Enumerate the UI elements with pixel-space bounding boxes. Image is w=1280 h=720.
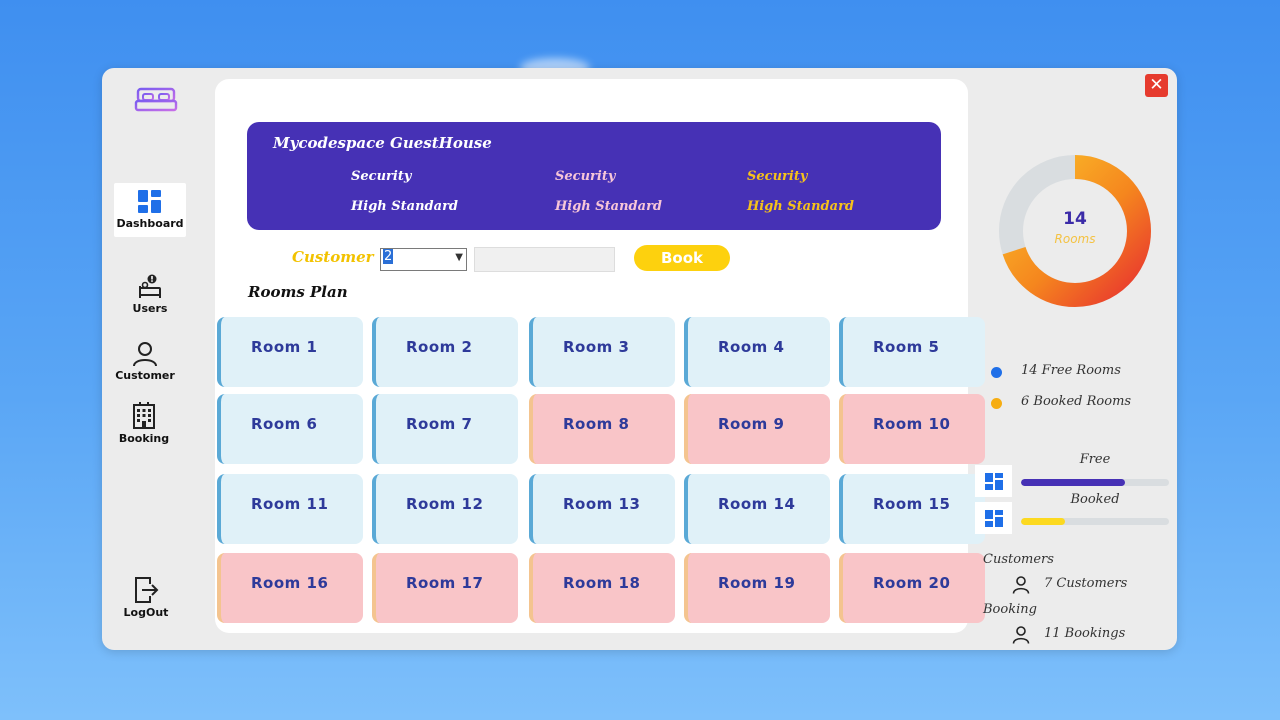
sidebar-item-dashboard[interactable]: Dashboard xyxy=(114,183,186,237)
legend-dot-free xyxy=(991,367,1002,378)
sidebar-item-label: Booking xyxy=(118,432,170,445)
room-card[interactable]: Room 18 xyxy=(529,553,675,623)
person-icon xyxy=(1012,626,1030,644)
legend-dot-booked xyxy=(991,398,1002,409)
customers-count: 7 Customers xyxy=(1044,576,1128,591)
person-icon xyxy=(1012,576,1030,594)
banner-tag-3a: Security xyxy=(747,169,808,184)
chevron-down-icon: ▼ xyxy=(455,252,463,263)
booked-bar-label: Booked xyxy=(1070,492,1120,507)
booking-heading: Booking xyxy=(983,602,1037,617)
room-card[interactable]: Room 9 xyxy=(684,394,830,464)
sidebar-item-users[interactable]: Users xyxy=(114,274,186,315)
book-button[interactable]: Book xyxy=(634,245,730,271)
legend-text: 6 Booked Rooms xyxy=(1021,394,1132,409)
booked-bar xyxy=(1021,518,1169,525)
logout-icon xyxy=(135,577,159,603)
free-bar-label: Free xyxy=(1079,452,1111,467)
rooms-grid: Room 1 Room 2 Room 3 Room 4 Room 5 Room 6 Room… xyxy=(217,317,985,627)
bookings-count: 11 Bookings xyxy=(1044,626,1126,641)
customer-select[interactable]: 2 ▼ xyxy=(380,248,467,271)
sidebar-item-customer[interactable]: Customer xyxy=(109,341,181,382)
banner-title: Mycodespace GuestHouse xyxy=(273,134,492,152)
room-card[interactable]: Room 20 xyxy=(839,553,985,623)
customer-name-input[interactable] xyxy=(474,247,615,272)
room-card[interactable]: Room 1 xyxy=(217,317,363,387)
donut-center-number: 14 xyxy=(1063,209,1087,229)
room-card[interactable]: Room 17 xyxy=(372,553,518,623)
room-card[interactable]: Room 7 xyxy=(372,394,518,464)
close-button[interactable]: ✕ xyxy=(1145,74,1168,97)
sidebar-item-logout[interactable]: LogOut xyxy=(110,576,182,619)
main-panel: Mycodespace GuestHouse Security High Sta… xyxy=(215,79,985,633)
rooms-donut-chart xyxy=(999,155,1151,307)
room-card[interactable]: Room 3 xyxy=(529,317,675,387)
guesthouse-banner: Mycodespace GuestHouse Security High Sta… xyxy=(247,122,941,230)
customer-icon xyxy=(133,342,157,367)
rooms-plan-title: Rooms Plan xyxy=(248,283,348,301)
room-card[interactable]: Room 2 xyxy=(372,317,518,387)
booked-stat-icon xyxy=(975,502,1012,534)
dashboard-icon xyxy=(138,190,161,213)
room-card[interactable]: Room 13 xyxy=(529,474,675,544)
room-card[interactable]: Room 4 xyxy=(684,317,830,387)
sidebar-item-booking[interactable]: Booking xyxy=(108,402,180,445)
bed-icon xyxy=(134,87,178,116)
banner-tag-1a: Security xyxy=(351,169,412,184)
room-card[interactable]: Room 11 xyxy=(217,474,363,544)
banner-tag-3b: High Standard xyxy=(747,199,855,214)
room-card[interactable]: Room 12 xyxy=(372,474,518,544)
free-stat-icon xyxy=(975,465,1012,497)
room-card[interactable]: Room 19 xyxy=(684,553,830,623)
free-bar-fill xyxy=(1021,479,1125,486)
customer-select-value: 2 xyxy=(383,249,394,264)
legend-text: 14 Free Rooms xyxy=(1021,363,1121,378)
room-card[interactable]: Room 6 xyxy=(217,394,363,464)
sidebar-item-label: LogOut xyxy=(123,606,169,619)
sidebar-item-label: Users xyxy=(132,302,168,315)
banner-tag-2b: High Standard xyxy=(555,199,663,214)
room-card[interactable]: Room 10 xyxy=(839,394,985,464)
free-bar xyxy=(1021,479,1169,486)
banner-tag-1b: High Standard xyxy=(351,199,459,214)
dashboard-icon xyxy=(985,510,1003,527)
sidebar-item-label: Customer xyxy=(115,369,175,382)
room-card[interactable]: Room 14 xyxy=(684,474,830,544)
banner-tag-2a: Security xyxy=(555,169,616,184)
room-card[interactable]: Room 15 xyxy=(839,474,985,544)
booked-bar-fill xyxy=(1021,518,1066,525)
users-icon xyxy=(139,274,161,298)
room-card[interactable]: Room 8 xyxy=(529,394,675,464)
customers-heading: Customers xyxy=(983,552,1054,567)
sidebar-item-label: Dashboard xyxy=(116,217,184,230)
customer-label: Customer xyxy=(292,248,374,266)
donut-center-label: Rooms xyxy=(1054,232,1096,246)
building-icon xyxy=(133,402,155,429)
dashboard-icon xyxy=(985,473,1003,490)
room-card[interactable]: Room 5 xyxy=(839,317,985,387)
app-window: Dashboard Users Customer Booking LogOut … xyxy=(102,68,1177,650)
room-card[interactable]: Room 16 xyxy=(217,553,363,623)
